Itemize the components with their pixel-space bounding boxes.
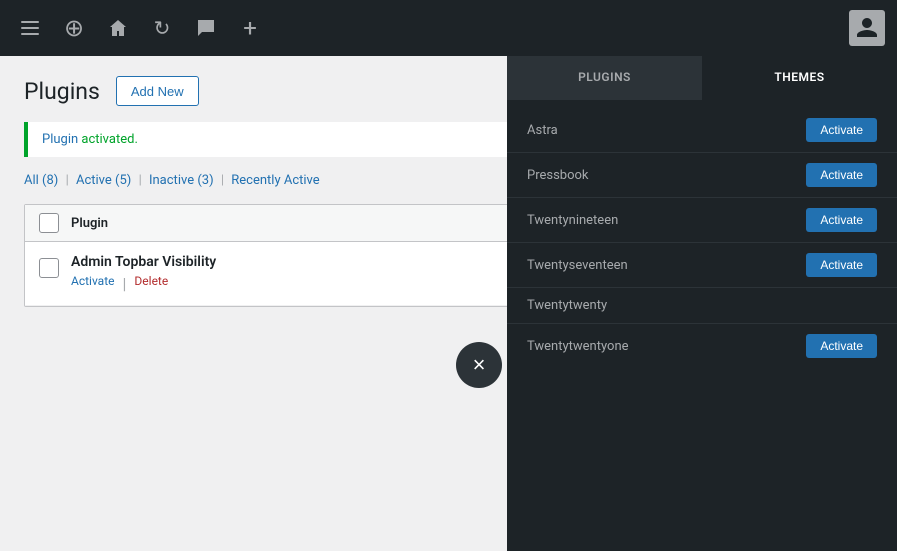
activate-theme-button[interactable]: Activate (806, 163, 877, 187)
user-avatar[interactable] (849, 10, 885, 46)
filter-active-link[interactable]: Active (5) (76, 173, 131, 188)
theme-name: Twentytwentyone (527, 339, 806, 354)
comment-icon[interactable] (188, 10, 224, 46)
activate-theme-button[interactable]: Activate (806, 334, 877, 358)
activate-theme-button[interactable]: Activate (806, 118, 877, 142)
activate-theme-button[interactable]: Activate (806, 253, 877, 277)
wordpress-logo-icon[interactable]: ⊕ (56, 10, 92, 46)
overlay-tabs: PLUGINS THEMES (507, 56, 897, 100)
theme-row: TwentynineteenActivate (507, 198, 897, 243)
activate-plugin-link[interactable]: Activate (71, 274, 115, 293)
theme-row: TwentyseventeenActivate (507, 243, 897, 288)
themes-list: AstraActivatePressbookActivateTwentynine… (507, 100, 897, 551)
delete-plugin-link[interactable]: Delete (134, 274, 168, 293)
filter-all-link[interactable]: All (8) (24, 173, 58, 188)
filter-inactive-link[interactable]: Inactive (3) (149, 173, 214, 188)
plugin-column-header: Plugin (71, 216, 108, 231)
theme-name: Twentynineteen (527, 213, 806, 228)
theme-name: Astra (527, 123, 806, 138)
hamburger-icon (21, 21, 39, 35)
menu-toggle-icon[interactable] (12, 10, 48, 46)
theme-name: Pressbook (527, 168, 806, 183)
overlay-close-button[interactable]: × (456, 342, 502, 388)
theme-row: Twentytwenty (507, 288, 897, 324)
theme-row: PressbookActivate (507, 153, 897, 198)
tab-themes[interactable]: THEMES (702, 56, 897, 100)
action-separator: | (123, 274, 127, 293)
main-content: Plugins Add New Plugin activated. All (8… (0, 56, 897, 551)
activate-theme-button[interactable]: Activate (806, 208, 877, 232)
notice-plugin-text: Plugin (42, 132, 78, 147)
theme-row: TwentytwentyoneActivate (507, 324, 897, 368)
separator-3: | (221, 173, 227, 188)
separator-1: | (66, 173, 72, 188)
page-title: Plugins (24, 78, 100, 105)
add-content-icon[interactable]: + (232, 10, 268, 46)
home-icon[interactable] (100, 10, 136, 46)
overlay-panel: PLUGINS THEMES AstraActivatePressbookAct… (507, 56, 897, 551)
notice-activated-text: activated. (78, 132, 138, 147)
admin-bar: ⊕ ↻ + (0, 0, 897, 56)
tab-plugins[interactable]: PLUGINS (507, 56, 702, 100)
filter-recently-active-link[interactable]: Recently Active (231, 173, 319, 188)
select-all-checkbox[interactable] (39, 213, 59, 233)
theme-name: Twentyseventeen (527, 258, 806, 273)
add-new-button[interactable]: Add New (116, 76, 199, 106)
plugin-checkbox[interactable] (39, 258, 59, 278)
theme-row: AstraActivate (507, 108, 897, 153)
separator-2: | (139, 173, 145, 188)
sync-icon[interactable]: ↻ (144, 10, 180, 46)
theme-name: Twentytwenty (527, 298, 877, 313)
